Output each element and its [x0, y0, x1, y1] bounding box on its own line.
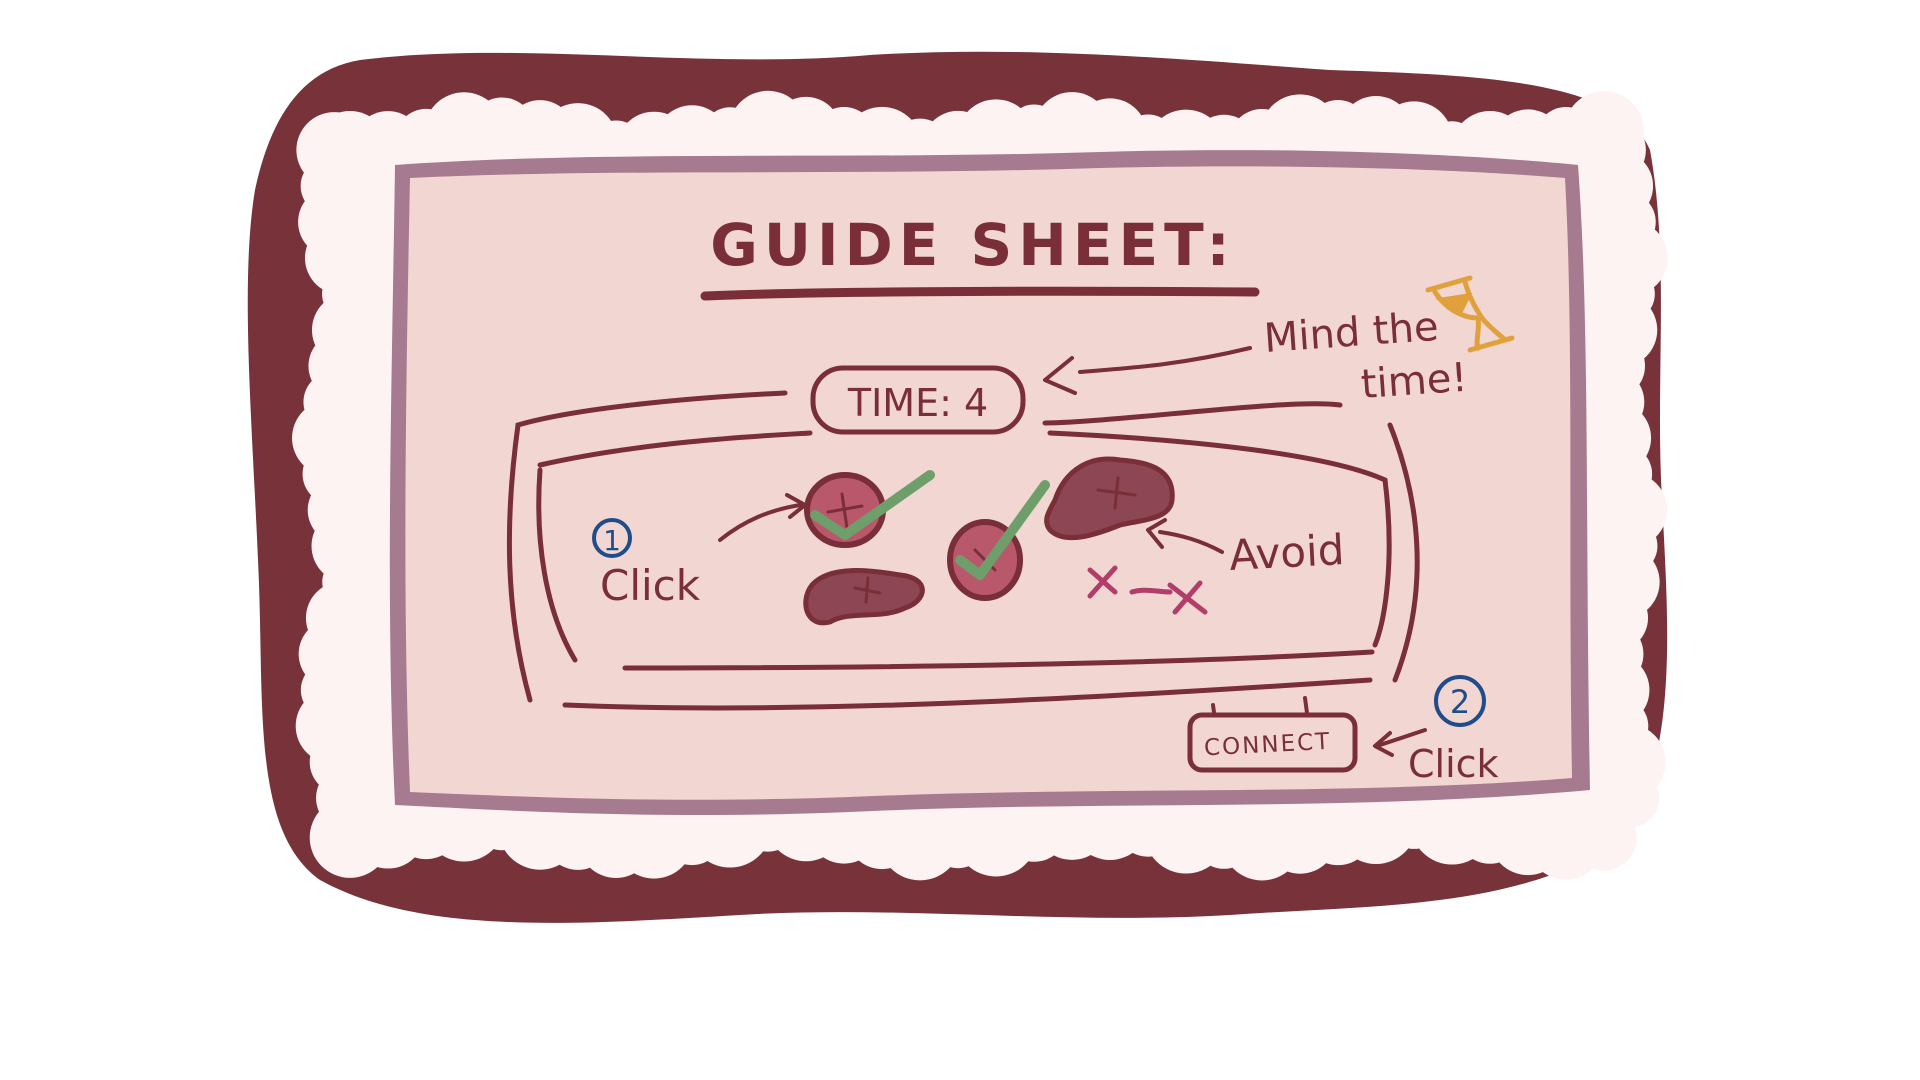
- step-1-label: Click: [600, 561, 701, 610]
- page-title: GUIDE SHEET:: [710, 211, 1235, 279]
- connect-button[interactable]: CONNECT: [1187, 712, 1358, 773]
- guide-sheet-screen: GUIDE SHEET: Mind the time! TIME: 4 1 Cl…: [0, 0, 1920, 1080]
- guide-sheet-canvas: GUIDE SHEET: Mind the time! TIME: 4 1 Cl…: [247, 51, 1668, 923]
- step-2-number: 2: [1450, 683, 1470, 721]
- timer-label: TIME: 4: [847, 381, 988, 425]
- avoid-label: Avoid: [1228, 525, 1346, 580]
- mind-the-time-note-line2: time!: [1359, 355, 1468, 408]
- step-1-number: 1: [603, 524, 621, 557]
- cloud-puff: [1600, 768, 1660, 828]
- cloud-puff: [316, 765, 382, 831]
- title-underline: [700, 286, 1260, 301]
- step-2-label: Click: [1408, 742, 1499, 786]
